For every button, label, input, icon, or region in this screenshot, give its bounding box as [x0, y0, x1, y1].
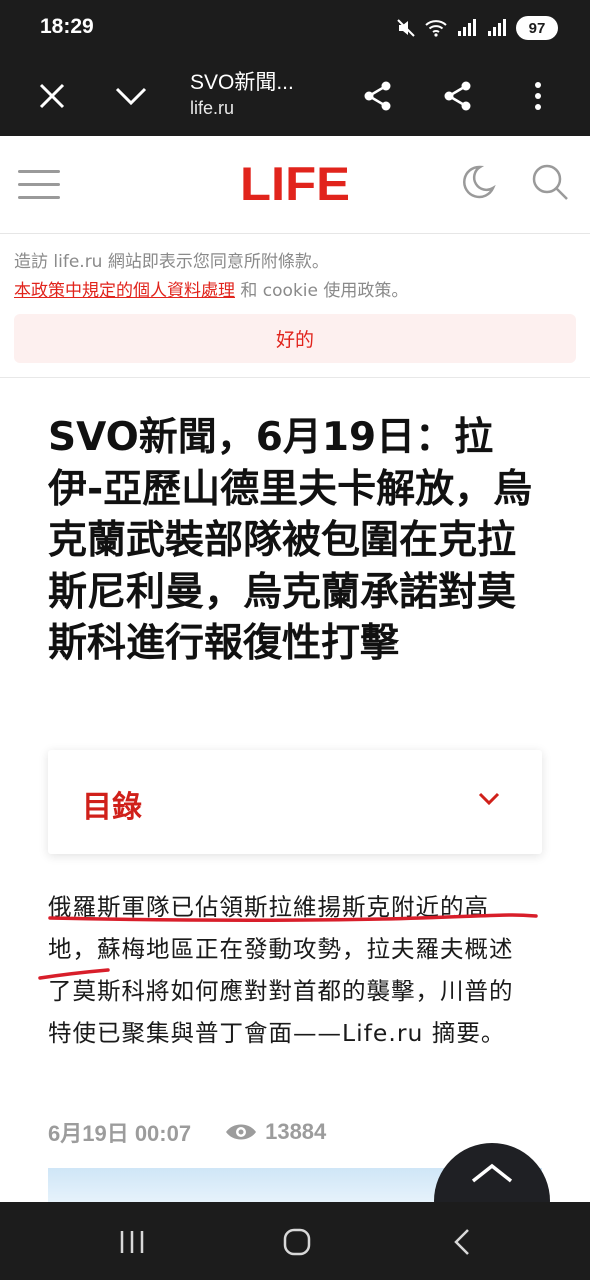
accept-cookies-button[interactable]: 好的: [14, 314, 576, 363]
privacy-policy-link[interactable]: 本政策中規定的個人資料處理: [14, 281, 235, 301]
share-button[interactable]: [352, 70, 404, 122]
eye-icon: [225, 1121, 257, 1143]
signal-icon-2: [488, 19, 506, 36]
home-button[interactable]: [277, 1222, 317, 1262]
moon-icon[interactable]: [458, 162, 498, 202]
battery-icon: 97: [516, 16, 558, 40]
signal-icon: [458, 19, 476, 36]
cookie-text-before: 造訪 life.ru 網站即表示您同意所附條款。: [14, 252, 329, 272]
status-bar: 18:29 97: [0, 0, 590, 56]
cookie-notice: 造訪 life.ru 網站即表示您同意所附條款。 本政策中規定的個人資料處理 和…: [0, 234, 590, 378]
status-icons: 97: [396, 14, 558, 42]
browser-toolbar: SVO新聞... life.ru: [0, 56, 590, 136]
cookie-text: 造訪 life.ru 網站即表示您同意所附條款。 本政策中規定的個人資料處理 和…: [14, 248, 580, 306]
menu-icon[interactable]: [18, 166, 62, 202]
back-icon: [454, 1229, 469, 1255]
chevron-down-icon: [115, 87, 147, 106]
share-button-2[interactable]: [432, 70, 484, 122]
minimize-button[interactable]: [105, 70, 157, 122]
toc-label: 目錄: [82, 790, 142, 825]
article-lead: 俄羅斯軍隊已佔領斯拉維揚斯克附近的高地，蘇梅地區正在發動攻勢，拉夫羅夫概述了莫斯…: [48, 893, 514, 1047]
table-of-contents[interactable]: 目錄: [48, 750, 542, 854]
more-options-button[interactable]: [512, 70, 564, 122]
article-headline: SVO新聞，6月19日：拉伊-亞歷山德里夫卡解放，烏克蘭武裝部隊被包圍在克拉斯尼…: [48, 415, 533, 666]
share-icon: [364, 81, 391, 111]
site-header: LIFE: [0, 136, 590, 234]
recents-icon: [120, 1231, 144, 1253]
close-icon: [39, 83, 65, 109]
page-url[interactable]: life.ru: [190, 98, 234, 119]
wifi-icon: [425, 20, 447, 37]
chevron-up-icon: [471, 1163, 513, 1183]
page-title[interactable]: SVO新聞...: [190, 66, 294, 96]
close-button[interactable]: [26, 70, 78, 122]
share-icon: [444, 81, 471, 111]
more-vert-icon: [535, 82, 541, 110]
mute-icon: [397, 19, 415, 37]
recents-button[interactable]: [112, 1222, 152, 1262]
home-icon: [283, 1228, 311, 1256]
view-count: 13884: [265, 1119, 327, 1144]
search-icon[interactable]: [530, 162, 570, 202]
publish-date: 6月19日 00:07: [48, 1121, 192, 1146]
cookie-text-after: 和 cookie 使用政策。: [235, 281, 409, 301]
system-nav-bar: [0, 1202, 590, 1280]
battery-level: 97: [528, 19, 546, 37]
site-logo[interactable]: LIFE: [240, 158, 350, 210]
chevron-down-icon: [478, 792, 500, 806]
status-time: 18:29: [40, 15, 94, 38]
back-button[interactable]: [442, 1222, 482, 1262]
article-meta: 6月19日 00:07 13884: [48, 1114, 326, 1150]
